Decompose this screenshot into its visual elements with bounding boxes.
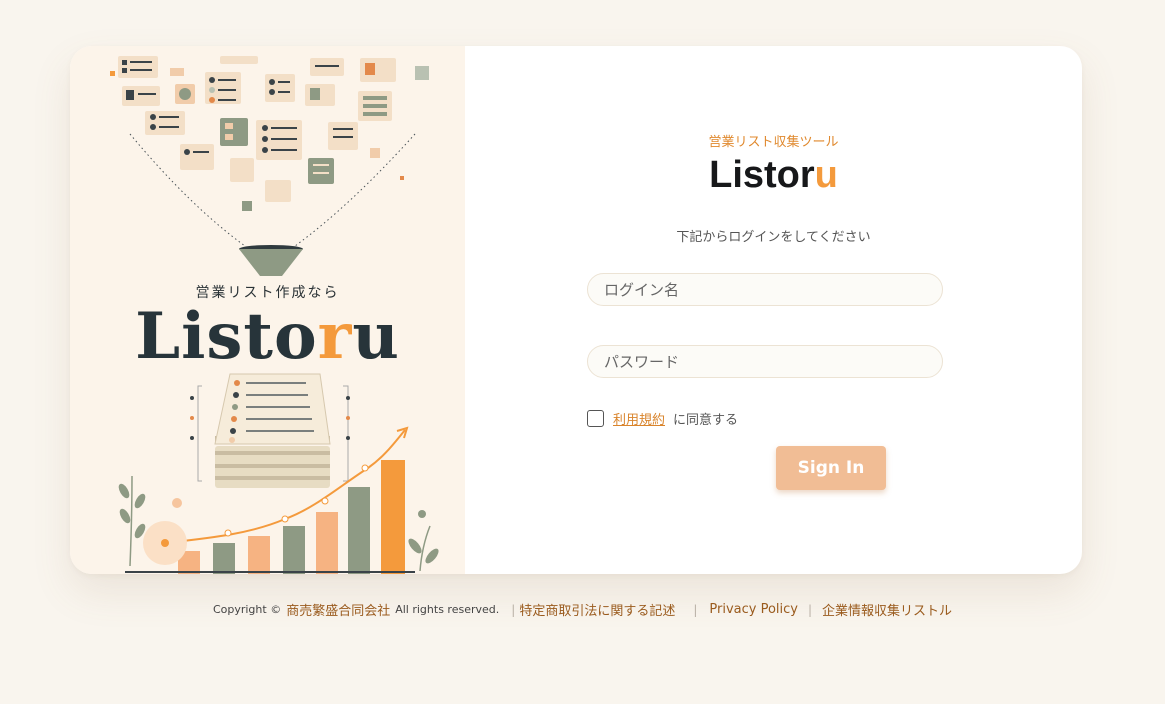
brand-logo-accent: u (814, 154, 838, 196)
hero-logo-main: Listo (135, 299, 318, 374)
terms-link[interactable]: 利用規約 (613, 409, 665, 428)
login-card: 営業リスト作成なら Listoru 営業リスト収集ツール Listoru 下記か… (70, 46, 1082, 574)
company-link[interactable]: 商売繁盛合同会社 (286, 600, 390, 619)
footer-link-tokushoho[interactable]: 特定商取引法に関する記述 (519, 600, 675, 619)
login-form: 営業リスト収集ツール Listoru 下記からログインをしてください 利用規約 … (465, 46, 1082, 574)
copyright-prefix: Copyright © (212, 603, 282, 616)
terms-checkbox[interactable] (587, 409, 604, 427)
list-cards-graphic (110, 56, 429, 211)
password-input[interactable] (587, 345, 943, 378)
hero-illustration-panel: 営業リスト作成なら Listoru (70, 46, 465, 574)
footer-separator: | (511, 602, 516, 617)
login-name-input[interactable] (587, 273, 943, 306)
terms-suffix: に同意する (673, 412, 739, 428)
footer: Copyright © 商売繁盛合同会社 All rights reserved… (0, 600, 1165, 619)
hero-logo: Listoru (70, 296, 465, 378)
copyright-rights: All rights reserved. (395, 603, 500, 616)
brand-subtitle: 営業リスト収集ツール (708, 135, 839, 150)
sign-in-button[interactable]: Sign In (776, 446, 886, 490)
login-instruction: 下記からログインをしてください (676, 230, 871, 245)
footer-separator: | (807, 602, 813, 617)
hero-logo-accent: r (317, 299, 353, 374)
footer-separator: | (693, 602, 698, 617)
terms-agreement: 利用規約 に同意する (587, 408, 738, 428)
footer-link-listoru[interactable]: 企業情報収集リストル (822, 600, 952, 619)
brand-logo-main: Listor (709, 154, 815, 196)
hero-logo-tail: u (352, 299, 400, 374)
brand-logo: Listoru (465, 154, 1082, 197)
footer-link-privacy[interactable]: Privacy Policy (709, 602, 798, 617)
list-stack-graphic (190, 373, 350, 488)
